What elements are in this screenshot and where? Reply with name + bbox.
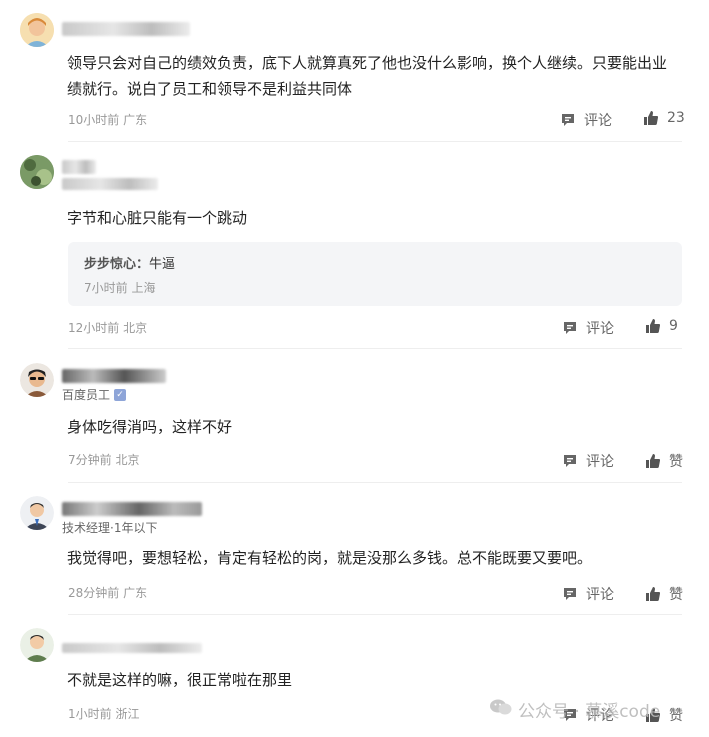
comment-meta: 10小时前 广东	[68, 111, 147, 128]
username-blurred[interactable]	[62, 22, 190, 36]
username-blurred[interactable]	[62, 643, 202, 653]
reply-meta: 7小时前 上海	[84, 279, 155, 296]
user-subtitle: 技术经理·1年以下	[62, 519, 157, 536]
comment-location: 广东	[123, 586, 148, 600]
reply-time: 7小时前	[84, 281, 128, 295]
comment-time: 10小时前	[68, 113, 120, 127]
comment-icon	[562, 453, 578, 469]
comment-text: 不就是这样的嘛，很正常啦在那里	[67, 671, 293, 689]
like-label: 赞	[669, 454, 683, 470]
avatar[interactable]	[20, 155, 54, 189]
verified-badge-icon: ✓	[114, 388, 127, 401]
wechat-icon	[490, 698, 512, 721]
divider	[68, 482, 682, 483]
comment-text: 领导只会对自己的绩效负责，底下人就算真死了他也没什么影响，换个人继续。只要能出业…	[67, 54, 668, 98]
comment-time: 28分钟前	[68, 586, 120, 600]
reply-box[interactable]: 步步惊心：牛逼 7小时前 上海	[68, 242, 682, 306]
comment-text: 字节和心脏只能有一个跳动	[67, 209, 248, 227]
like-count: 9	[669, 318, 678, 334]
user-subtitle-blurred	[62, 178, 158, 190]
comment-button-label: 评论	[586, 321, 614, 337]
username-blurred[interactable]	[62, 369, 166, 383]
comment-button-label: 评论	[586, 587, 614, 603]
reply-location: 上海	[131, 281, 156, 295]
divider	[68, 348, 682, 349]
comment-button[interactable]: 评论	[562, 451, 614, 471]
like-label: 赞	[669, 708, 683, 724]
comment-location: 广东	[123, 113, 148, 127]
comment-meta: 1小时前 浙江	[68, 705, 139, 722]
like-button[interactable]: 23	[643, 110, 685, 126]
like-button[interactable]: 9	[645, 318, 678, 334]
comment-button-label: 评论	[584, 113, 612, 129]
user-subtitle: 百度员工 ✓	[62, 386, 127, 403]
comment-icon	[562, 320, 578, 336]
divider	[68, 614, 682, 615]
comment-meta: 7分钟前 北京	[68, 451, 139, 468]
comment-text: 我觉得吧，要想轻松，肯定有轻松的岗，就是没那么多钱。总不能既要又要吧。	[67, 549, 593, 567]
username-blurred[interactable]	[62, 502, 202, 516]
comment-button[interactable]: 评论	[562, 584, 614, 604]
avatar[interactable]	[20, 496, 54, 530]
comment-button-label: 评论	[586, 454, 614, 470]
thumbs-up-icon	[643, 110, 659, 126]
reply-content: 牛逼	[149, 257, 176, 272]
avatar[interactable]	[20, 628, 54, 662]
comment-button[interactable]: 评论	[560, 110, 612, 130]
thumbs-up-icon	[645, 453, 661, 469]
username-blurred[interactable]	[62, 160, 96, 174]
comment-location: 浙江	[115, 707, 140, 721]
avatar[interactable]	[20, 363, 54, 397]
comment-icon	[562, 586, 578, 602]
comment-location: 北京	[115, 453, 140, 467]
like-button[interactable]: 赞	[645, 584, 683, 604]
user-title: 技术经理·1年以下	[62, 521, 158, 535]
comment-time: 12小时前	[68, 321, 120, 335]
avatar[interactable]	[20, 13, 54, 47]
reply-line: 步步惊心：牛逼	[84, 253, 175, 272]
watermark: 公众号 · 慕溪code	[490, 697, 660, 722]
comment-meta: 12小时前 北京	[68, 319, 147, 336]
comment-button[interactable]: 评论	[562, 318, 614, 338]
thumbs-up-icon	[645, 586, 661, 602]
comment-icon	[560, 112, 576, 128]
comment-location: 北京	[123, 321, 148, 335]
comment-time: 1小时前	[68, 707, 112, 721]
thumbs-up-icon	[645, 318, 661, 334]
divider	[68, 141, 682, 142]
like-button[interactable]: 赞	[645, 451, 683, 471]
like-label: 赞	[669, 587, 683, 603]
user-title: 百度员工	[62, 388, 111, 402]
comment-text: 身体吃得消吗，这样不好	[67, 418, 233, 436]
comment-time: 7分钟前	[68, 453, 112, 467]
comment-meta: 28分钟前 广东	[68, 584, 147, 601]
watermark-text: 公众号 · 慕溪code	[518, 702, 661, 722]
reply-author[interactable]: 步步惊心：	[84, 257, 149, 272]
like-count: 23	[667, 110, 685, 126]
